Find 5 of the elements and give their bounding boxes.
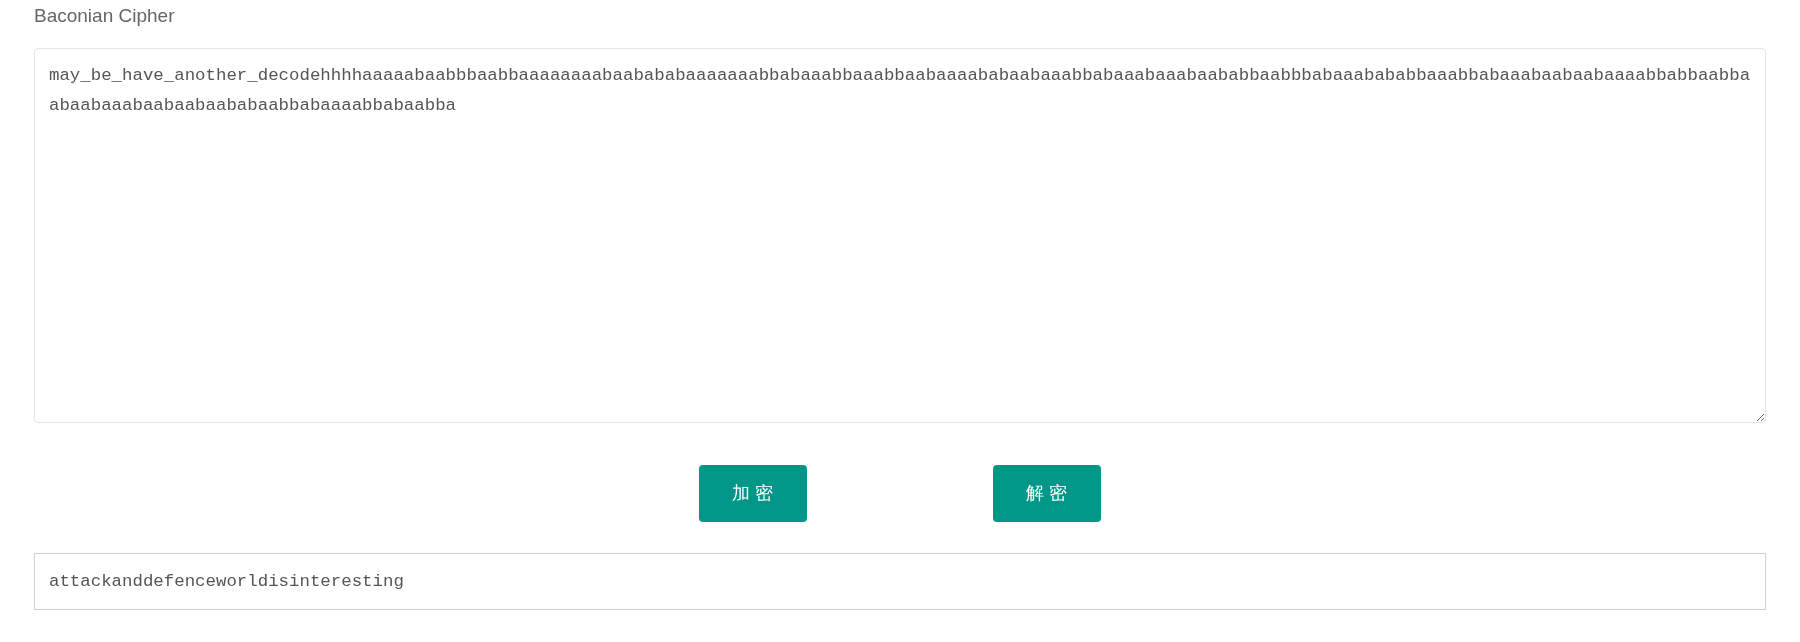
cipher-button[interactable]: 解 密 [993,464,1101,522]
page-title: Baconian Cipher [34,4,175,28]
input-field[interactable]: may_be_have_another_decodehhhhaaaaabaabbbaabbaaaaaaaabaabababaaaaaaabbabaaabbaaabbaabaaaababaabaaabbabaaabaaabaababbaabbbabaaabababbaaabbabaaabaabaabaaaabbabbaabbaabaabaaabaabaabaababaabbabaaaabbabaabba [34,47,1766,423]
output-field[interactable]: attackanddefenceworldisinteresting [34,552,1766,610]
cipher-button[interactable]: 加 密 [699,464,807,522]
